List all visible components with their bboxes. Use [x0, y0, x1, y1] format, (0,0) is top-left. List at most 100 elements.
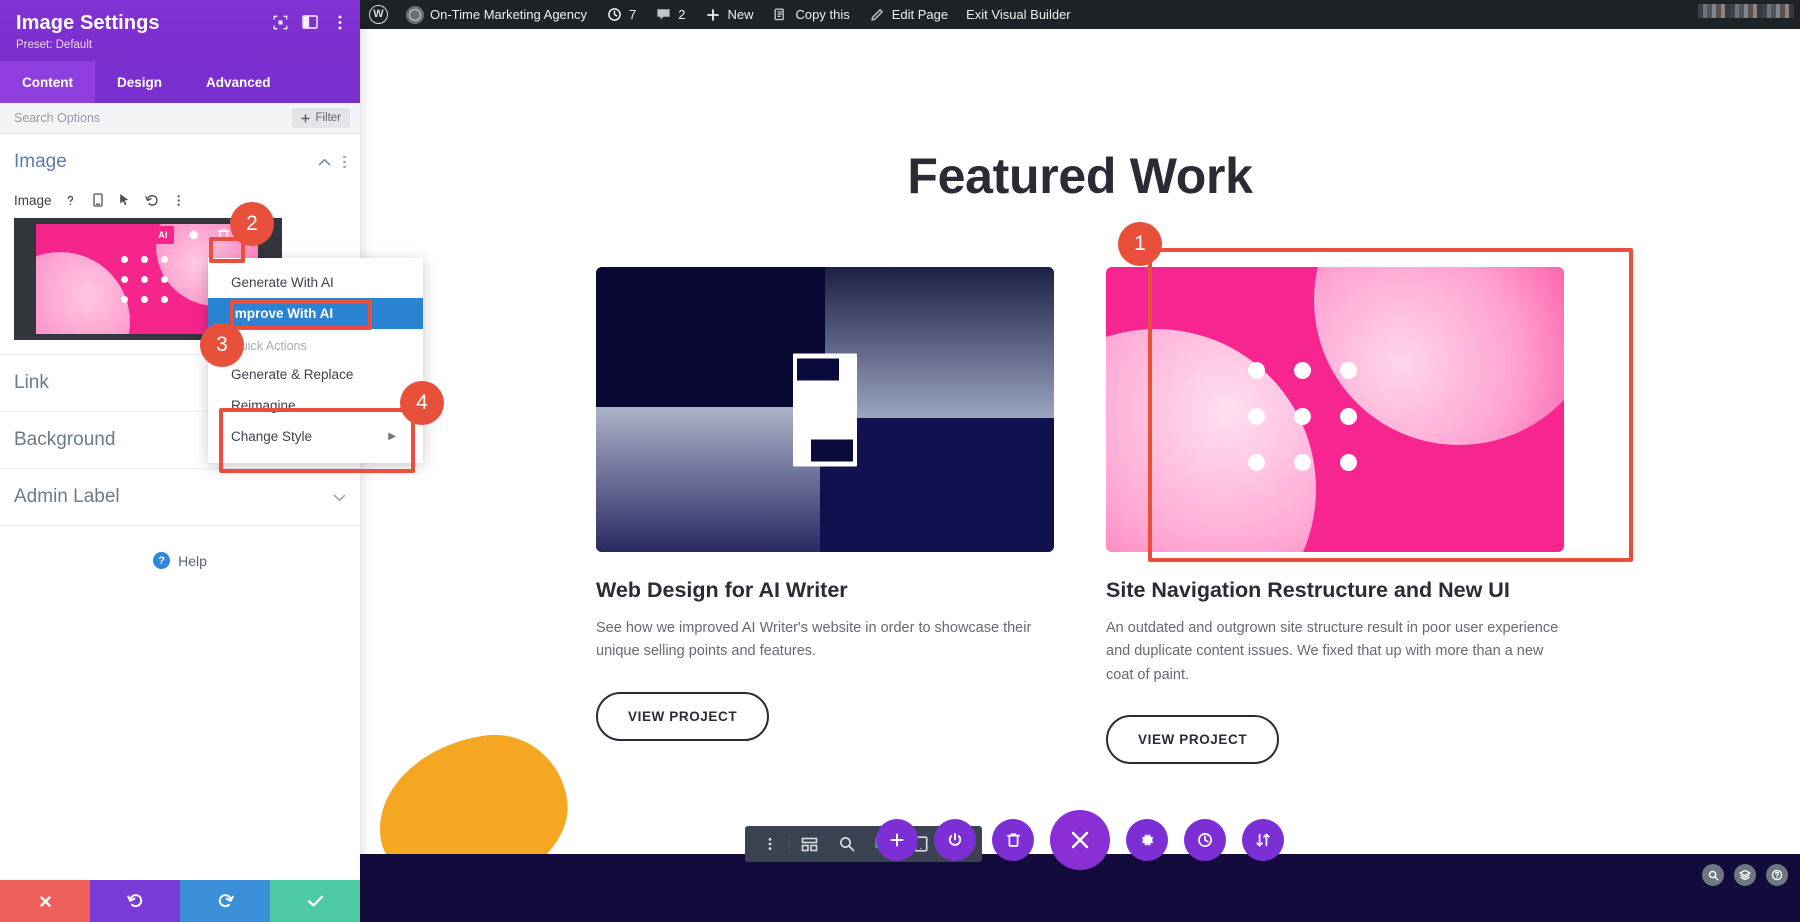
panel-footer[interactable]: [0, 880, 360, 922]
section-controls[interactable]: [317, 155, 346, 169]
panel-tabs[interactable]: Content Design Advanced: [0, 61, 360, 103]
trash-icon[interactable]: [992, 819, 1034, 861]
section-controls[interactable]: [332, 490, 346, 504]
search-input-placeholder[interactable]: Search Options: [14, 111, 100, 125]
plus-icon: [301, 114, 310, 123]
layout-columns-icon[interactable]: [300, 12, 320, 32]
kebab-menu-icon[interactable]: [343, 156, 346, 169]
search-options-row[interactable]: Search Options Filter: [0, 103, 360, 134]
save-button[interactable]: [270, 880, 360, 922]
site-icon: [406, 6, 424, 24]
updates-count: 7: [629, 0, 636, 29]
annotation-badge-4: 4: [400, 381, 444, 425]
search-icon[interactable]: [1702, 864, 1724, 886]
layers-icon[interactable]: [1734, 864, 1756, 886]
image-quadrant-top-left: [596, 267, 825, 410]
ai-context-menu[interactable]: Generate With AI Improve With AI Quick A…: [208, 258, 423, 463]
screen-root: Featured Work Web Design for AI Writer S…: [0, 0, 1800, 922]
thumb-dot-grid: [121, 256, 168, 303]
section-header-image[interactable]: Image: [14, 134, 346, 190]
image-field-row[interactable]: Image: [14, 190, 346, 218]
zoom-icon[interactable]: [828, 826, 865, 862]
gear-icon[interactable]: [1126, 819, 1168, 861]
help-row[interactable]: ? Help: [0, 526, 360, 569]
menu-item-reimagine[interactable]: Reimagine: [208, 390, 423, 421]
comments-icon: [654, 6, 672, 24]
undo-button[interactable]: [90, 880, 180, 922]
gear-icon[interactable]: [182, 226, 204, 244]
copy-label: Copy this: [796, 0, 850, 29]
plus-icon: [704, 6, 722, 24]
admin-bar-new[interactable]: New: [695, 0, 763, 29]
exit-vb-label: Exit Visual Builder: [966, 0, 1071, 29]
admin-bar-comments[interactable]: 2: [645, 0, 694, 29]
project-card-1[interactable]: Web Design for AI Writer See how we impr…: [596, 267, 1054, 764]
close-icon: [38, 894, 53, 909]
help-icon[interactable]: [1766, 864, 1788, 886]
builder-action-bar[interactable]: [876, 810, 1284, 870]
section-admin-label[interactable]: Admin Label: [0, 469, 360, 526]
kebab-menu-icon[interactable]: [751, 826, 788, 862]
admin-bar-edit-page[interactable]: Edit Page: [859, 0, 957, 29]
view-project-button[interactable]: VIEW PROJECT: [596, 692, 769, 741]
add-icon[interactable]: [876, 819, 918, 861]
kebab-menu-icon[interactable]: [171, 192, 187, 208]
wireframe-icon[interactable]: [791, 826, 828, 862]
power-icon[interactable]: [934, 819, 976, 861]
filter-button[interactable]: Filter: [292, 108, 350, 128]
page-title: Featured Work: [360, 147, 1800, 205]
admin-bar-site-name[interactable]: On-Time Marketing Agency: [397, 0, 596, 29]
visual-builder-canvas[interactable]: Featured Work Web Design for AI Writer S…: [360, 29, 1800, 922]
sort-icon[interactable]: [1242, 819, 1284, 861]
cursor-icon[interactable]: [117, 192, 133, 208]
divider: [789, 834, 790, 854]
tab-content[interactable]: Content: [0, 61, 95, 103]
menu-item-generate-with-ai[interactable]: Generate With AI: [208, 267, 423, 298]
project-title: Site Navigation Restructure and New UI: [1106, 578, 1564, 603]
project-description: An outdated and outgrown site structure …: [1106, 617, 1564, 687]
project-image-pink[interactable]: [1106, 267, 1564, 552]
wordpress-logo-icon[interactable]: [360, 0, 397, 29]
section-title: Admin Label: [14, 486, 120, 508]
tab-design[interactable]: Design: [95, 61, 184, 103]
panel-header-icons[interactable]: [270, 12, 350, 32]
ai-icon[interactable]: AI: [152, 226, 174, 244]
cancel-button[interactable]: [0, 880, 90, 922]
builder-right-dock[interactable]: [1702, 864, 1788, 886]
dot-grid: [1248, 362, 1357, 471]
history-icon[interactable]: [1184, 819, 1226, 861]
menu-item-improve-with-ai[interactable]: Improve With AI: [208, 298, 423, 329]
redo-button[interactable]: [180, 880, 270, 922]
panel-preset[interactable]: Preset: Default: [16, 39, 344, 51]
project-card-2[interactable]: Site Navigation Restructure and New UI A…: [1106, 267, 1564, 764]
reset-icon[interactable]: [144, 192, 160, 208]
image-quadrant-top-right: [825, 267, 1054, 418]
close-icon[interactable]: [1050, 810, 1110, 870]
help-icon[interactable]: [63, 192, 79, 208]
section-title: Background: [14, 429, 115, 451]
featured-work-cards: Web Design for AI Writer See how we impr…: [360, 267, 1800, 764]
menu-item-generate-and-replace[interactable]: Generate & Replace: [208, 359, 423, 390]
image-quadrant-bottom-left: [596, 407, 820, 552]
pencil-icon: [868, 6, 886, 24]
chevron-down-icon[interactable]: [332, 490, 346, 504]
kebab-menu-icon[interactable]: [330, 12, 350, 32]
menu-item-change-style[interactable]: Change Style ▶: [208, 421, 423, 452]
wp-admin-bar[interactable]: On-Time Marketing Agency 7 2 New: [360, 0, 1800, 29]
annotation-badge-3: 3: [200, 323, 244, 367]
admin-bar-exit-visual-builder[interactable]: Exit Visual Builder: [957, 0, 1080, 29]
redo-icon: [217, 893, 234, 909]
copy-icon: [772, 6, 790, 24]
undo-icon: [127, 893, 144, 909]
target-icon[interactable]: [270, 12, 290, 32]
admin-bar-copy-this[interactable]: Copy this: [763, 0, 859, 29]
help-label[interactable]: Help: [178, 553, 207, 569]
edit-page-label: Edit Page: [892, 0, 948, 29]
admin-bar-updates[interactable]: 7: [596, 0, 645, 29]
mobile-icon[interactable]: [90, 192, 106, 208]
project-image-dark[interactable]: [596, 267, 1054, 552]
section-header-admin-label[interactable]: Admin Label: [14, 469, 346, 525]
view-project-button[interactable]: VIEW PROJECT: [1106, 715, 1279, 764]
tab-advanced[interactable]: Advanced: [184, 61, 293, 103]
chevron-up-icon[interactable]: [317, 155, 331, 169]
